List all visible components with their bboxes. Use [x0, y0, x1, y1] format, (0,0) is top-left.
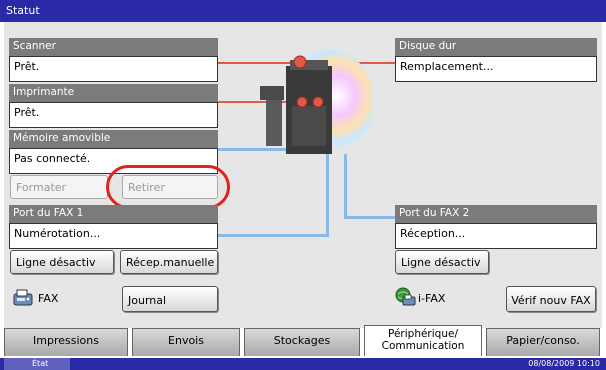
printer-panel: Imprimante Prêt. — [9, 84, 218, 128]
fax2-status: Réception... — [395, 223, 597, 249]
tab-stockages[interactable]: Stockages — [244, 328, 360, 356]
fax2-connector-h — [346, 216, 396, 219]
fax1-line-off-button[interactable]: Ligne désactiv — [10, 250, 114, 274]
scanner-label: Scanner — [9, 38, 218, 56]
fax1-label: Port du FAX 1 — [9, 205, 218, 223]
remove-highlight — [106, 165, 230, 209]
fax1-status: Numérotation... — [9, 223, 218, 249]
printer-label: Imprimante — [9, 84, 218, 102]
fax2-panel: Port du FAX 2 Réception... — [395, 205, 597, 249]
fax-icon — [12, 288, 34, 308]
scanner-status: Prêt. — [9, 56, 218, 82]
page-title: Statut — [6, 4, 40, 17]
datetime: 08/08/2009 10:10 — [528, 359, 600, 368]
tab-peripherique-line1: Périphérique/ — [388, 328, 458, 340]
disk-status: Remplacement... — [395, 56, 597, 82]
fax1-panel: Port du FAX 1 Numérotation... — [9, 205, 218, 249]
disk-panel: Disque dur Remplacement... — [395, 38, 597, 82]
fax-label: FAX — [38, 292, 59, 305]
title-bar: Statut — [0, 0, 606, 22]
status-button[interactable]: État — [4, 358, 70, 370]
removable-label: Mémoire amovible — [9, 130, 218, 148]
tab-bar: Impressions Envois Stockages Périphériqu… — [0, 325, 606, 358]
journal-button[interactable]: Journal — [122, 286, 218, 312]
tab-envois[interactable]: Envois — [132, 328, 240, 356]
format-button[interactable]: Formater — [10, 175, 108, 199]
tab-impressions[interactable]: Impressions — [4, 328, 128, 356]
tab-papier-conso[interactable]: Papier/conso. — [486, 328, 600, 356]
verify-new-fax-button[interactable]: Vérif nouv FAX — [506, 286, 596, 312]
tab-peripherique-communication[interactable]: Périphérique/ Communication — [364, 325, 482, 356]
ifax-icon — [394, 286, 416, 306]
fax1-connector-v — [326, 154, 329, 237]
scanner-panel: Scanner Prêt. — [9, 38, 218, 82]
manual-receive-button[interactable]: Récep.manuelle — [120, 250, 218, 274]
fax1-connector-h — [218, 234, 328, 237]
fax2-label: Port du FAX 2 — [395, 205, 597, 223]
tab-peripherique-line2: Communication — [381, 340, 465, 352]
printer-status: Prêt. — [9, 102, 218, 128]
disk-label: Disque dur — [395, 38, 597, 56]
fax2-line-off-button[interactable]: Ligne désactiv — [395, 250, 489, 274]
status-bar — [0, 358, 606, 370]
device-illustration — [252, 46, 375, 166]
ifax-label: i-FAX — [418, 292, 446, 305]
